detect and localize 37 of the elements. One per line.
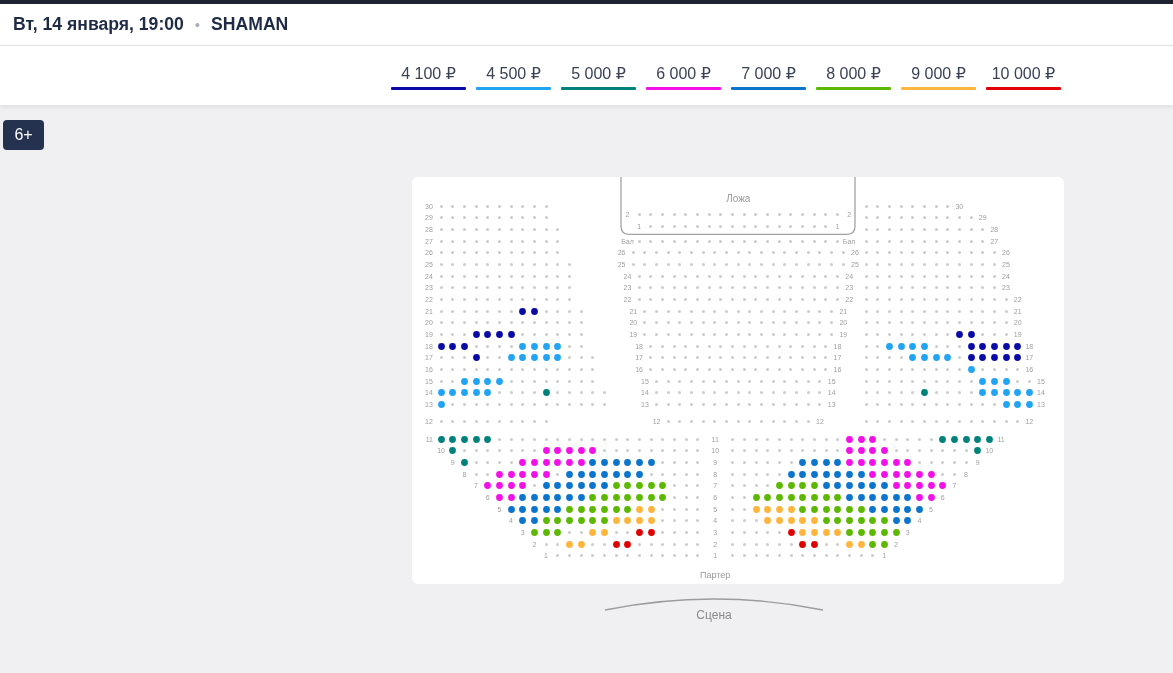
seat-icon[interactable] [449, 343, 456, 350]
age-rating-badge: 6+ [3, 120, 44, 150]
seat-icon[interactable] [1003, 354, 1010, 361]
seat-icon[interactable] [968, 354, 975, 361]
seat-icon[interactable] [461, 343, 468, 350]
seat-icon[interactable] [968, 331, 975, 338]
separator-dot: • [194, 16, 201, 33]
price-label: 4 500 ₽ [486, 65, 541, 83]
price-label: 7 000 ₽ [741, 65, 796, 83]
section-label: Партер [700, 570, 731, 581]
seat-icon[interactable] [484, 331, 491, 338]
seat-icon[interactable] [473, 354, 480, 361]
seat-icon[interactable] [968, 343, 975, 350]
seat-icon[interactable] [991, 354, 998, 361]
price-label: 9 000 ₽ [911, 65, 966, 83]
event-title: SHAMAN [211, 14, 289, 35]
seat-icon[interactable] [1003, 343, 1010, 350]
seat-icon[interactable] [473, 331, 480, 338]
seat-icon[interactable] [956, 331, 963, 338]
seat-icon[interactable] [531, 308, 538, 315]
seat-icon[interactable] [519, 308, 526, 315]
seat-icon[interactable] [496, 331, 503, 338]
seat-icon[interactable] [991, 343, 998, 350]
seat-icon[interactable] [979, 343, 986, 350]
stage-label: Сцена [696, 608, 732, 622]
seat-icon[interactable] [979, 354, 986, 361]
seat-icon[interactable] [438, 343, 445, 350]
price-label: 6 000 ₽ [656, 65, 711, 83]
price-label: 10 000 ₽ [991, 65, 1056, 83]
seat-icon[interactable] [1014, 354, 1021, 361]
price-label: 4 100 ₽ [401, 65, 456, 83]
event-date: Вт, 14 января, 19:00 [13, 14, 184, 35]
price-label: 8 000 ₽ [826, 65, 881, 83]
seat-icon[interactable] [1014, 343, 1021, 350]
price-label: 5 000 ₽ [571, 65, 626, 83]
seat-icon[interactable] [508, 331, 515, 338]
section-label: Ложа [726, 192, 751, 204]
